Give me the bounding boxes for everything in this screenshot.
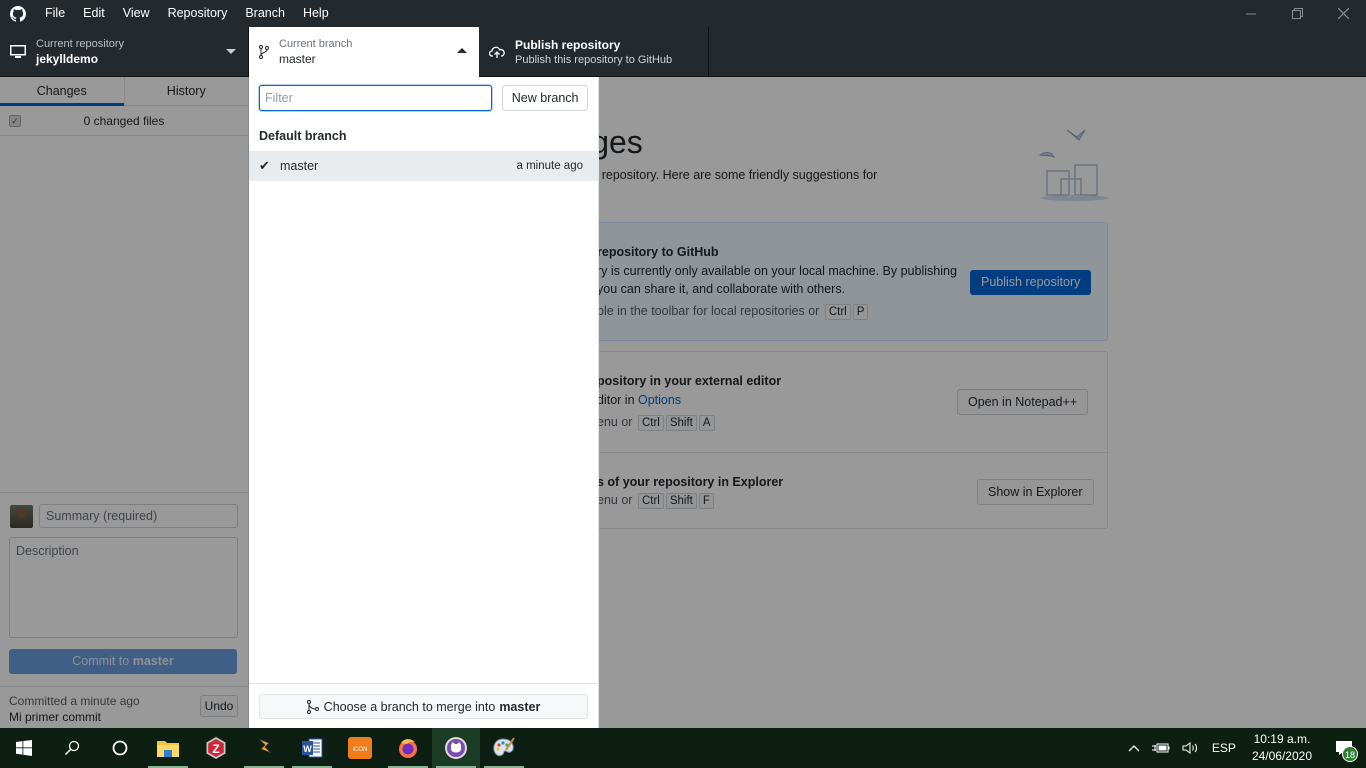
start-button[interactable] (0, 728, 48, 768)
cortana-button[interactable] (96, 728, 144, 768)
svg-text:iCON: iCON (353, 747, 368, 753)
restore-icon (1291, 8, 1303, 19)
chevron-up-icon (457, 48, 467, 53)
clock[interactable]: 10:19 a.m. 24/06/2020 (1242, 731, 1322, 765)
notification-count-badge: 18 (1342, 746, 1358, 762)
minimize-icon (1246, 13, 1256, 14)
taskbar-app-zotero[interactable]: Z (192, 728, 240, 768)
action-center-button[interactable]: 18 (1322, 728, 1366, 768)
branch-item-time: a minute ago (516, 160, 584, 172)
menu-help[interactable]: Help (294, 0, 338, 27)
merge-branch-button[interactable]: Choose a branch to merge into master (259, 694, 588, 719)
dropdown-footer: Choose a branch to merge into master (249, 683, 598, 728)
taskbar-app-file-explorer[interactable] (144, 728, 192, 768)
git-branch-icon (259, 45, 269, 59)
publish-repository-toolbar-button[interactable]: Publish repository Publish this reposito… (479, 27, 709, 77)
github-logo-icon (0, 0, 36, 27)
publish-subtitle: Publish this repository to GitHub (515, 53, 673, 66)
chevron-up-icon (1128, 745, 1140, 752)
checkmark-icon: ✔ (259, 158, 270, 173)
taskbar-app-paint[interactable] (480, 728, 528, 768)
toolbar: Current repository jekylldemo Current br… (0, 27, 1366, 77)
power-button[interactable] (1146, 742, 1176, 754)
publish-title: Publish repository (515, 37, 621, 52)
taskbar-app-icon-app[interactable]: iCON (336, 728, 384, 768)
menu-branch[interactable]: Branch (236, 0, 294, 27)
svg-text:Z: Z (212, 742, 219, 756)
minimize-button[interactable] (1228, 0, 1274, 27)
speaker-icon (1182, 742, 1197, 754)
merge-button-prefix: Choose a branch to merge into (323, 699, 496, 714)
system-tray: ESP 10:19 a.m. 24/06/2020 18 (1122, 728, 1366, 768)
menu-repository[interactable]: Repository (159, 0, 237, 27)
windows-logo-icon (16, 740, 32, 756)
new-branch-button[interactable]: New branch (502, 85, 588, 111)
clock-time: 10:19 a.m. (1253, 732, 1311, 746)
branch-list-item[interactable]: ✔ master a minute ago (249, 151, 598, 181)
github-desktop-icon (445, 737, 467, 759)
menu-view[interactable]: View (114, 0, 159, 27)
menu-bar: File Edit View Repository Branch Help (36, 0, 338, 27)
folder-icon (157, 741, 179, 757)
clock-date: 24/06/2020 (1251, 749, 1312, 763)
branch-name: master (279, 52, 316, 66)
icon-app-icon: iCON (348, 737, 372, 759)
battery-plugged-icon (1151, 743, 1170, 753)
repository-name: jekylldemo (36, 52, 99, 66)
default-branch-label: Default branch (259, 129, 347, 143)
windows-taskbar: Z W iCON ESP 10:19 a.m. 24/06/2020 18 (0, 728, 1366, 768)
branch-filter-input[interactable] (259, 85, 493, 111)
show-hidden-icons-button[interactable] (1122, 744, 1146, 752)
repository-label: Current repository (36, 38, 125, 50)
branch-item-name: master (280, 159, 319, 173)
search-button[interactable] (48, 728, 96, 768)
cortana-icon (112, 740, 128, 756)
branch-label: Current branch (279, 38, 353, 50)
close-button[interactable] (1320, 0, 1366, 27)
taskbar-app-github-desktop[interactable] (432, 728, 480, 768)
word-icon: W (302, 738, 323, 758)
menu-file[interactable]: File (36, 0, 74, 27)
cloud-upload-icon (489, 46, 505, 58)
language-indicator[interactable]: ESP (1206, 741, 1242, 755)
title-bar: File Edit View Repository Branch Help (0, 0, 1366, 27)
computer-icon (10, 45, 26, 58)
taskbar-app-winamp[interactable] (240, 728, 288, 768)
merge-button-branch: master (499, 699, 541, 714)
window-controls (1228, 0, 1366, 27)
winamp-icon (258, 738, 272, 754)
search-icon (64, 740, 80, 756)
chevron-down-icon (226, 49, 236, 54)
modal-overlay[interactable] (0, 77, 1366, 728)
zotero-icon: Z (206, 737, 226, 759)
github-desktop-window: File Edit View Repository Branch Help Cu… (0, 0, 1366, 728)
branch-dropdown: New branch Default branch ✔ master a min… (249, 77, 599, 728)
menu-edit[interactable]: Edit (74, 0, 114, 27)
branch-selector[interactable]: Current branch master (249, 27, 479, 77)
restore-button[interactable] (1274, 0, 1320, 27)
volume-button[interactable] (1176, 741, 1206, 755)
paint-icon (493, 737, 515, 757)
git-merge-icon (306, 699, 319, 714)
repository-selector[interactable]: Current repository jekylldemo (0, 27, 249, 77)
close-icon (1337, 8, 1349, 19)
taskbar-app-word[interactable]: W (288, 728, 336, 768)
firefox-icon (399, 739, 417, 758)
svg-text:W: W (303, 744, 312, 754)
taskbar-app-firefox[interactable] (384, 728, 432, 768)
